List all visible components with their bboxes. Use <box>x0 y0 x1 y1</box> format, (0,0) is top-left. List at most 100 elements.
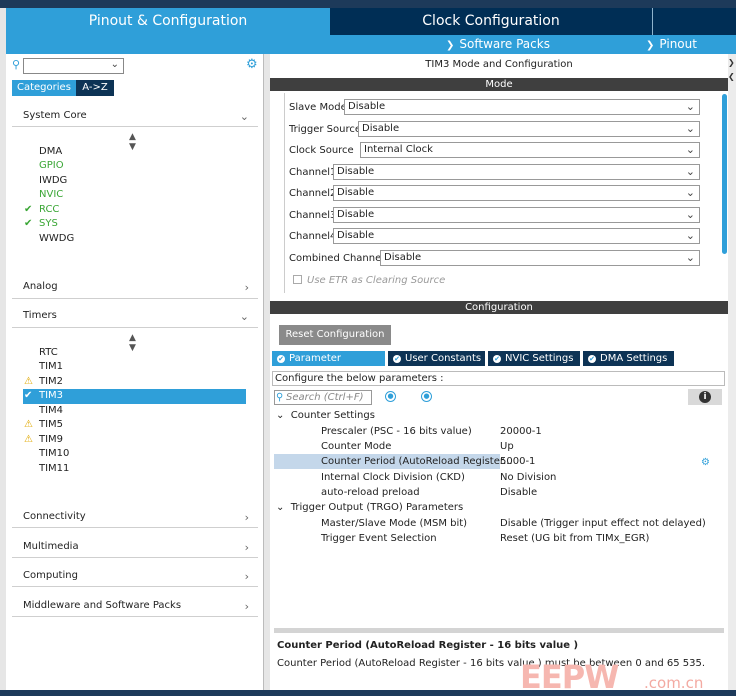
chevron-right-icon: › <box>244 570 249 583</box>
list-item-gpio[interactable]: GPIO <box>39 160 64 171</box>
info-icon: i <box>699 391 711 403</box>
section-timers[interactable]: Timers ⌄ <box>23 310 249 323</box>
param-value[interactable]: 20000-1 <box>500 426 542 437</box>
sort-icon[interactable]: ▲ ▼ <box>129 132 136 152</box>
chevron-down-icon: ⌄ <box>110 59 119 70</box>
tab-extra[interactable] <box>652 8 736 35</box>
expand-all-icon[interactable]: ● <box>385 391 396 402</box>
info-button[interactable]: i <box>688 389 722 405</box>
tab-user-constants[interactable]: ✔ User Constants <box>388 351 485 366</box>
group-trgo-parameters[interactable]: ⌄ Trigger Output (TRGO) Parameters <box>276 502 463 513</box>
sub-toolbar: ❯ Software Packs ❯ Pinout <box>6 35 736 54</box>
select-value: Disable <box>384 252 422 263</box>
top-tabs: Pinout & Configuration Clock Configurati… <box>0 8 736 35</box>
reset-configuration-button[interactable]: Reset Configuration <box>279 325 391 345</box>
mode-header: Mode <box>270 78 728 91</box>
list-item-wwdg[interactable]: WWDG <box>39 233 74 244</box>
section-multimedia[interactable]: Multimedia › <box>23 541 249 554</box>
tab-clock-configuration[interactable]: Clock Configuration <box>330 8 652 35</box>
list-item-tim3[interactable]: TIM3 <box>39 390 63 401</box>
list-item-rcc[interactable]: RCC <box>39 204 59 215</box>
section-label: Computing <box>23 570 78 581</box>
group-label: Counter Settings <box>290 410 375 421</box>
check-circle-icon: ✔ <box>277 355 285 363</box>
chevron-down-icon: ⌄ <box>685 186 695 199</box>
tab-label: DMA Settings <box>600 353 668 364</box>
tab-categories[interactable]: Categories <box>12 80 76 96</box>
tab-nvic-settings[interactable]: ✔ NVIC Settings <box>488 351 580 366</box>
combined-channels-select[interactable]: Disable ⌄ <box>380 250 700 266</box>
list-item-dma[interactable]: DMA <box>39 146 62 157</box>
mode-scrollbar[interactable] <box>722 94 727 254</box>
select-value: Disable <box>337 187 375 198</box>
chevron-down-icon: ⌄ <box>685 100 695 113</box>
group-label: Trigger Output (TRGO) Parameters <box>290 502 464 513</box>
param-value[interactable]: 5000-1 <box>500 456 535 467</box>
channel2-select[interactable]: Disable ⌄ <box>333 185 700 201</box>
tab-a-z[interactable]: A->Z <box>76 80 114 96</box>
list-item-tim11[interactable]: TIM11 <box>39 463 69 474</box>
list-item-tim9[interactable]: TIM9 <box>39 434 63 445</box>
pinout-menu[interactable]: ❯ Pinout <box>646 37 697 51</box>
slave-mode-select[interactable]: Disable ⌄ <box>344 99 700 115</box>
param-value[interactable]: Up <box>500 441 514 452</box>
categories-panel: ⚲ ⌄ ⚙ Categories A->Z System Core ⌄ ▲ ▼ D… <box>6 54 264 690</box>
section-label: System Core <box>23 110 87 121</box>
field-label: Channel4 <box>289 231 337 242</box>
list-item-sys[interactable]: SYS <box>39 218 58 229</box>
tab-dma-settings[interactable]: ✔ DMA Settings <box>583 351 674 366</box>
chevron-down-icon: ⌄ <box>276 410 285 421</box>
param-value[interactable]: Disable <box>500 487 537 498</box>
software-packs-menu[interactable]: ❯ Software Packs <box>446 37 550 51</box>
channel1-select[interactable]: Disable ⌄ <box>333 164 700 180</box>
param-name: Internal Clock Division (CKD) <box>321 472 465 483</box>
check-icon: ✔ <box>24 218 33 229</box>
param-name: Master/Slave Mode (MSM bit) <box>321 518 468 529</box>
list-item-tim4[interactable]: TIM4 <box>39 405 63 416</box>
select-value: Disable <box>337 166 375 177</box>
list-item-iwdg[interactable]: IWDG <box>39 175 67 186</box>
right-edge-scroller[interactable]: ❯ ❮ <box>728 54 736 690</box>
select-value: Disable <box>348 101 386 112</box>
chevron-left-icon: ❮ <box>728 72 735 81</box>
field-label: Slave Mode <box>289 102 347 113</box>
param-value[interactable]: Reset (UG bit from TIMx_EGR) <box>500 533 649 544</box>
chevron-down-icon: ⌄ <box>685 165 695 178</box>
list-item-nvic[interactable]: NVIC <box>39 189 63 200</box>
param-value[interactable]: No Division <box>500 472 556 483</box>
list-item-tim10[interactable]: TIM10 <box>39 448 69 459</box>
section-label: Multimedia <box>23 541 79 552</box>
collapse-all-icon[interactable]: ● <box>421 391 432 402</box>
parameter-search-input[interactable]: ⚲ Search (Ctrl+F) <box>274 390 372 405</box>
section-label: Timers <box>23 310 57 321</box>
gear-icon[interactable]: ⚙ <box>246 57 258 72</box>
trigger-source-select[interactable]: Disable ⌄ <box>358 121 700 137</box>
panel-title: TIM3 Mode and Configuration <box>425 59 573 70</box>
channel4-select[interactable]: Disable ⌄ <box>333 228 700 244</box>
section-analog[interactable]: Analog › <box>23 281 249 294</box>
list-item-tim1[interactable]: TIM1 <box>39 361 63 372</box>
group-counter-settings[interactable]: ⌄ Counter Settings <box>276 410 375 421</box>
list-item-tim2[interactable]: TIM2 <box>39 376 63 387</box>
tab-label: User Constants <box>405 353 482 364</box>
warning-icon: ⚠ <box>24 376 33 387</box>
tab-pinout-configuration[interactable]: Pinout & Configuration <box>6 8 330 35</box>
clock-source-select[interactable]: Internal Clock ⌄ <box>360 142 700 158</box>
search-combo[interactable]: ⌄ <box>23 58 124 74</box>
section-connectivity[interactable]: Connectivity › <box>23 511 249 524</box>
list-item-tim5[interactable]: TIM5 <box>39 419 63 430</box>
section-system-core[interactable]: System Core ⌄ <box>23 110 249 123</box>
section-computing[interactable]: Computing › <box>23 570 249 583</box>
param-value[interactable]: Disable (Trigger input effect not delaye… <box>500 518 706 529</box>
divider <box>12 126 258 127</box>
divider <box>12 557 258 558</box>
list-item-rtc[interactable]: RTC <box>39 347 58 358</box>
select-value: Disable <box>362 123 400 134</box>
sort-icon[interactable]: ▲ ▼ <box>129 333 136 353</box>
chevron-right-icon: › <box>244 541 249 554</box>
section-middleware[interactable]: Middleware and Software Packs › <box>23 600 249 613</box>
channel3-select[interactable]: Disable ⌄ <box>333 207 700 223</box>
tab-parameter-settings[interactable]: ✔ Parameter Settings <box>272 351 385 379</box>
use-etr-checkbox[interactable]: Use ETR as Clearing Source <box>293 275 445 286</box>
gear-icon[interactable]: ⚙ <box>701 457 710 468</box>
